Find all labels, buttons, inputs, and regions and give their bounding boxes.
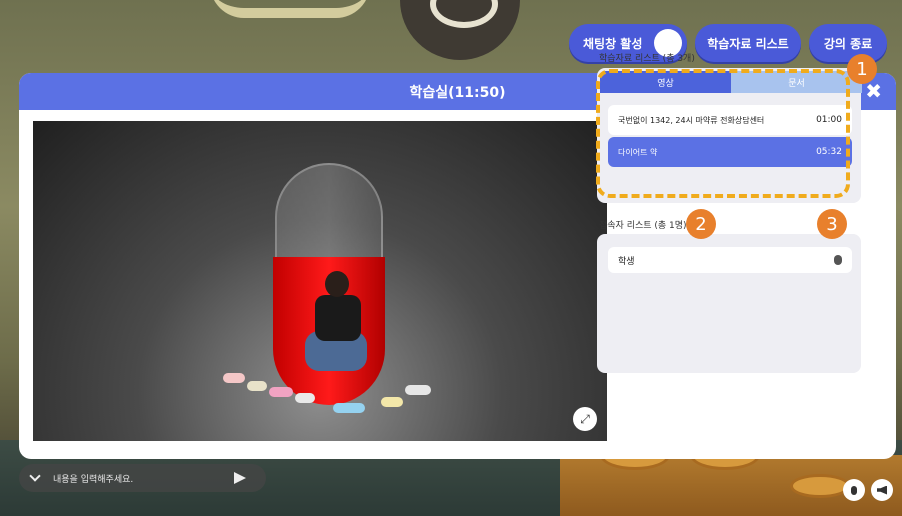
pill-decoration: [247, 381, 267, 391]
end-lecture-button[interactable]: 강의 종료: [809, 24, 887, 62]
materials-list-title: 학습자료 리스트 (총 3개): [599, 54, 695, 64]
chat-toggle-label: 채팅창 활성: [583, 36, 643, 51]
user-row: 학생: [608, 247, 852, 273]
pill-decoration: [381, 397, 403, 407]
highlight-annotation: [596, 69, 850, 198]
pill-decoration: [405, 385, 431, 395]
speaker-button[interactable]: [871, 479, 893, 501]
chat-bar: 내용을 입력해주세요.: [19, 464, 266, 492]
microphone-icon[interactable]: [834, 255, 842, 265]
background-logo: [210, 0, 370, 18]
send-icon[interactable]: [234, 472, 246, 484]
stump-decoration: [790, 474, 850, 498]
annotation-badge-2: 2: [686, 209, 716, 239]
fullscreen-icon[interactable]: ⤢: [573, 407, 597, 431]
connected-users-title: 접속자 리스트 (총 1명): [599, 221, 687, 231]
speaker-icon: [877, 485, 887, 495]
chevron-down-icon[interactable]: [29, 469, 41, 482]
pill-decoration: [333, 403, 365, 413]
materials-list-button[interactable]: 학습자료 리스트: [695, 24, 801, 62]
video-player[interactable]: ⤢: [33, 121, 607, 441]
pill-decoration: [269, 387, 293, 397]
annotation-badge-3: 3: [817, 209, 847, 239]
annotation-badge-1: 1: [847, 54, 877, 84]
user-name: 학생: [618, 256, 635, 267]
pill-decoration: [295, 393, 315, 403]
microphone-button[interactable]: [843, 479, 865, 501]
modal-title: 학습실(11:50): [409, 84, 506, 101]
chat-input[interactable]: 내용을 입력해주세요.: [53, 472, 234, 485]
background-ornament: [400, 0, 520, 60]
person-figure: [303, 271, 373, 376]
microphone-icon: [851, 485, 857, 495]
close-icon[interactable]: ✖: [865, 80, 882, 102]
pill-decoration: [223, 373, 245, 383]
